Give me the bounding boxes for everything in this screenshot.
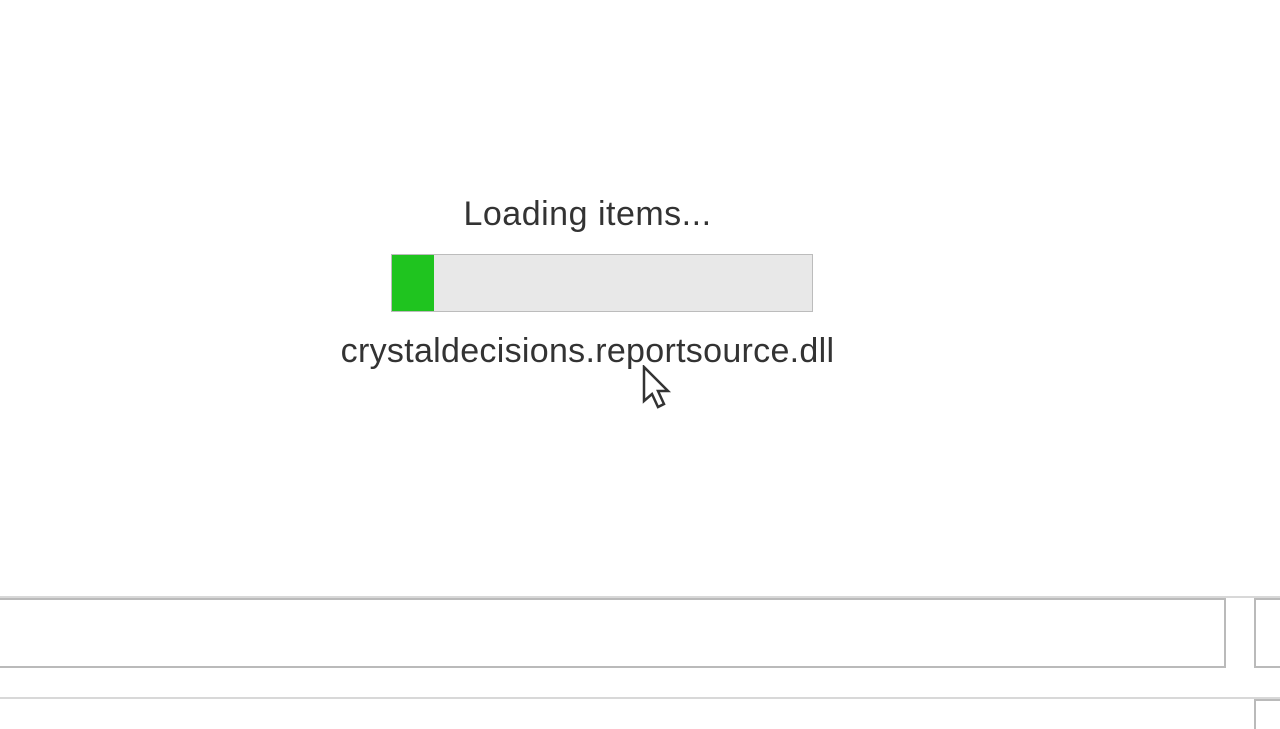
loading-title: Loading items...: [463, 195, 711, 234]
text-input[interactable]: [0, 598, 1226, 668]
progress-bar: [391, 254, 813, 312]
loading-panel: Loading items... crystaldecisions.report…: [350, 195, 825, 371]
button[interactable]: [1254, 699, 1280, 729]
cursor-icon: [640, 365, 676, 418]
button[interactable]: [1254, 598, 1280, 668]
divider: [0, 697, 1280, 699]
progress-fill: [392, 255, 434, 311]
current-file-label: crystaldecisions.reportsource.dll: [341, 332, 835, 371]
